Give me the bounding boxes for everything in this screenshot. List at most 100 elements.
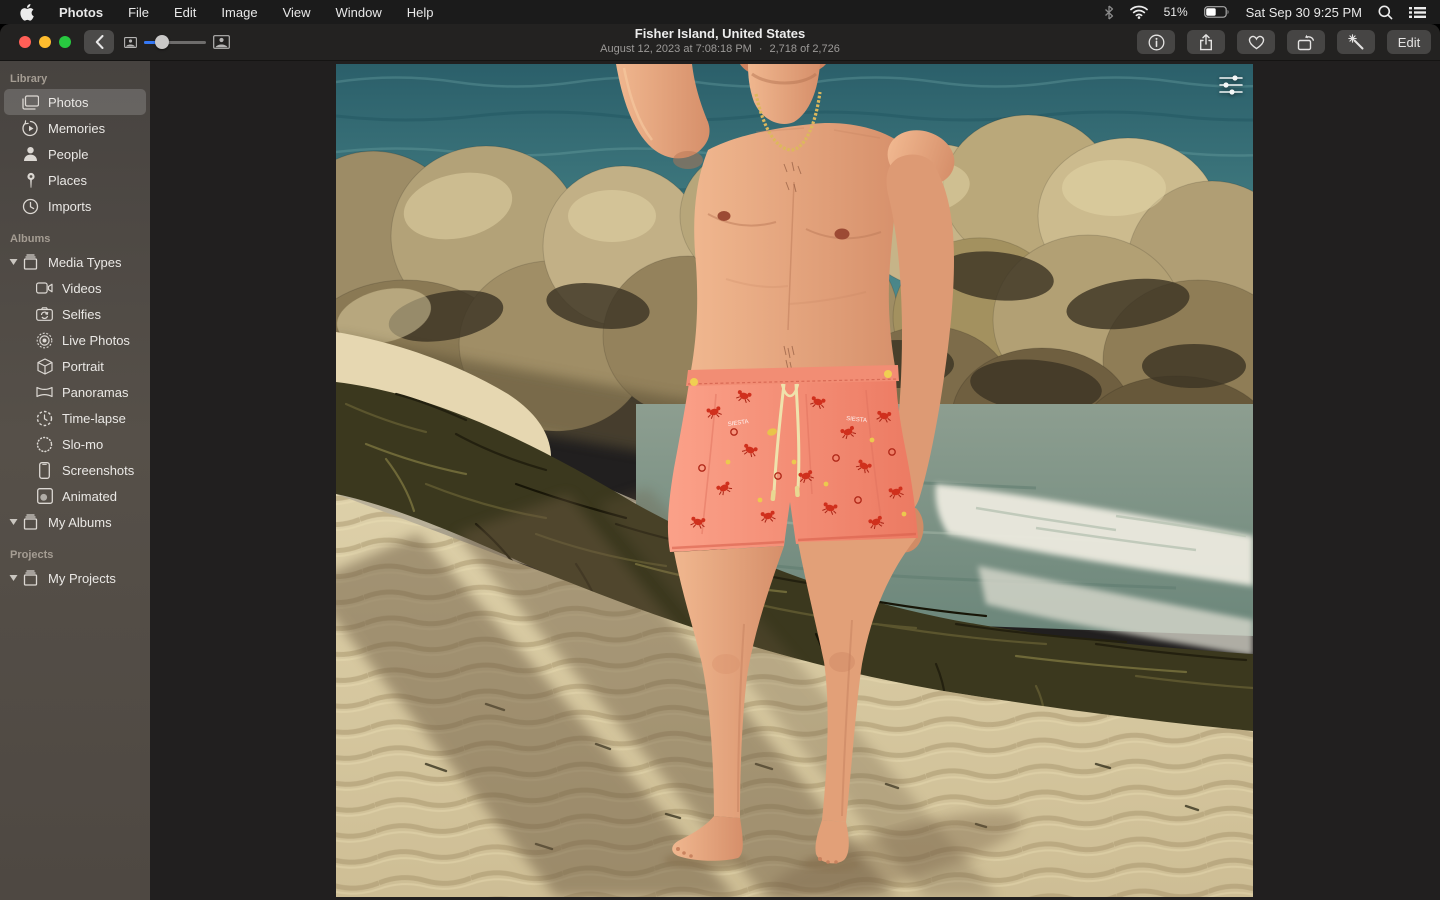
sidebar-item-label: Photos: [48, 94, 89, 110]
sidebar-item-selfies[interactable]: Selfies: [4, 301, 146, 327]
sidebar-item-label: Screenshots: [62, 462, 135, 478]
album-stack-icon: [22, 570, 39, 587]
auto-enhance-button[interactable]: [1337, 30, 1375, 54]
info-button[interactable]: [1137, 30, 1175, 54]
zoom-slider-thumb[interactable]: [155, 34, 169, 49]
panorama-icon: [36, 384, 53, 401]
back-button[interactable]: [84, 30, 114, 54]
close-window-button[interactable]: [19, 36, 31, 48]
sidebar-item-media-types[interactable]: Media Types: [4, 249, 146, 275]
heart-icon: [1248, 35, 1264, 49]
disclosure-triangle-icon[interactable]: [8, 258, 18, 266]
map-pin-icon: [22, 172, 39, 189]
battery-percent: 51%: [1163, 5, 1188, 19]
live-photos-icon: [36, 332, 53, 349]
sidebar-item-my-projects[interactable]: My Projects: [4, 565, 146, 591]
window-titlebar: Fisher Island, United States August 12, …: [0, 24, 1440, 61]
apple-logo-icon[interactable]: [19, 3, 34, 21]
clock-icon: [22, 198, 39, 215]
favorite-button[interactable]: [1237, 30, 1275, 54]
menu-image[interactable]: Image: [221, 5, 257, 20]
album-stack-icon: [22, 254, 39, 271]
slo-mo-icon: [36, 436, 53, 453]
bluetooth-icon[interactable]: [1104, 5, 1114, 20]
sidebar-item-imports[interactable]: Imports: [4, 193, 146, 219]
photos-window: Fisher Island, United States August 12, …: [0, 24, 1440, 900]
photo-date: August 12, 2023 at 7:08:18 PM: [600, 43, 752, 55]
adjustments-sliders-icon: [1219, 75, 1243, 95]
sidebar-item-screenshots[interactable]: Screenshots: [4, 457, 146, 483]
albums-section-label: Albums: [10, 233, 51, 245]
sidebar-item-people[interactable]: People: [4, 141, 146, 167]
sidebar-item-videos[interactable]: Videos: [4, 275, 146, 301]
sidebar-item-memories[interactable]: Memories: [4, 115, 146, 141]
magic-wand-icon: [1347, 33, 1363, 49]
minimize-window-button[interactable]: [39, 36, 51, 48]
adjustments-overlay-button[interactable]: [1219, 74, 1243, 101]
sidebar-item-label: Videos: [62, 280, 102, 296]
wifi-icon[interactable]: [1129, 5, 1148, 19]
memories-icon: [22, 119, 39, 137]
separator-dot: ·: [758, 43, 763, 55]
sidebar-item-label: My Albums: [48, 514, 112, 530]
share-button[interactable]: [1187, 30, 1225, 54]
share-icon: [1200, 33, 1212, 50]
album-stack-icon: [22, 514, 39, 531]
info-icon: [1148, 34, 1164, 50]
sidebar-item-label: Time-lapse: [62, 410, 126, 426]
sidebar-item-live-photos[interactable]: Live Photos: [4, 327, 146, 353]
chevron-left-icon: [95, 35, 103, 49]
photo-canvas[interactable]: SIESTA SIESTA: [336, 64, 1253, 897]
sidebar-item-label: Panoramas: [62, 384, 129, 400]
disclosure-triangle-icon[interactable]: [8, 518, 18, 526]
sidebar-item-slo-mo[interactable]: Slo-mo: [4, 431, 146, 457]
sidebar-item-label: My Projects: [48, 570, 116, 586]
menu-file[interactable]: File: [128, 5, 149, 20]
sidebar-item-label: Media Types: [48, 254, 122, 270]
battery-icon[interactable]: [1203, 6, 1230, 18]
phone-icon: [36, 461, 53, 479]
sidebar-item-label: Selfies: [62, 306, 102, 322]
person-icon: [22, 146, 39, 163]
sidebar-item-my-albums[interactable]: My Albums: [4, 509, 146, 535]
zoom-window-button[interactable]: [59, 36, 71, 48]
sidebar-item-animated[interactable]: Animated: [4, 483, 146, 509]
beach-photo[interactable]: SIESTA SIESTA: [336, 64, 1253, 897]
spotlight-search-icon[interactable]: [1378, 5, 1393, 20]
large-thumbnail-icon: [213, 35, 230, 49]
sidebar-item-label: Memories: [48, 120, 106, 136]
selfie-camera-icon: [36, 306, 53, 323]
small-thumbnail-icon: [124, 36, 137, 48]
sidebar-item-portrait[interactable]: Portrait: [4, 353, 146, 379]
menu-window[interactable]: Window: [336, 5, 382, 20]
zoom-slider[interactable]: [144, 34, 206, 49]
menu-edit[interactable]: Edit: [174, 5, 196, 20]
cube-icon: [36, 357, 53, 375]
rotate-button[interactable]: [1287, 30, 1325, 54]
sidebar-item-label: Live Photos: [62, 332, 130, 348]
sidebar-item-label: Animated: [62, 488, 117, 504]
menu-view[interactable]: View: [283, 5, 311, 20]
sidebar-item-label: Portrait: [62, 358, 104, 374]
thumbnail-zoom-control: [124, 30, 230, 54]
time-lapse-icon: [36, 410, 53, 427]
sidebar-item-label: Imports: [48, 198, 92, 214]
menu-app-name[interactable]: Photos: [59, 5, 103, 20]
animated-icon: [36, 488, 53, 505]
sidebar: Library Photos Memories People Places Im…: [0, 61, 150, 900]
menu-clock[interactable]: Sat Sep 30 9:25 PM: [1246, 5, 1362, 20]
sidebar-item-label: Slo-mo: [62, 436, 104, 452]
edit-button[interactable]: Edit: [1387, 30, 1431, 54]
menu-bar: Photos File Edit Image View Window Help …: [0, 0, 1440, 24]
rotate-icon: [1297, 34, 1314, 50]
menu-help[interactable]: Help: [407, 5, 434, 20]
list-menu-icon[interactable]: [1409, 6, 1426, 19]
projects-section-label: Projects: [10, 549, 54, 561]
sidebar-item-panoramas[interactable]: Panoramas: [4, 379, 146, 405]
sidebar-item-places[interactable]: Places: [4, 167, 146, 193]
sidebar-item-time-lapse[interactable]: Time-lapse: [4, 405, 146, 431]
video-camera-icon: [36, 280, 53, 297]
disclosure-triangle-icon[interactable]: [8, 574, 18, 582]
sidebar-item-photos[interactable]: Photos: [4, 89, 146, 115]
photo-viewer-area: SIESTA SIESTA: [150, 61, 1440, 900]
